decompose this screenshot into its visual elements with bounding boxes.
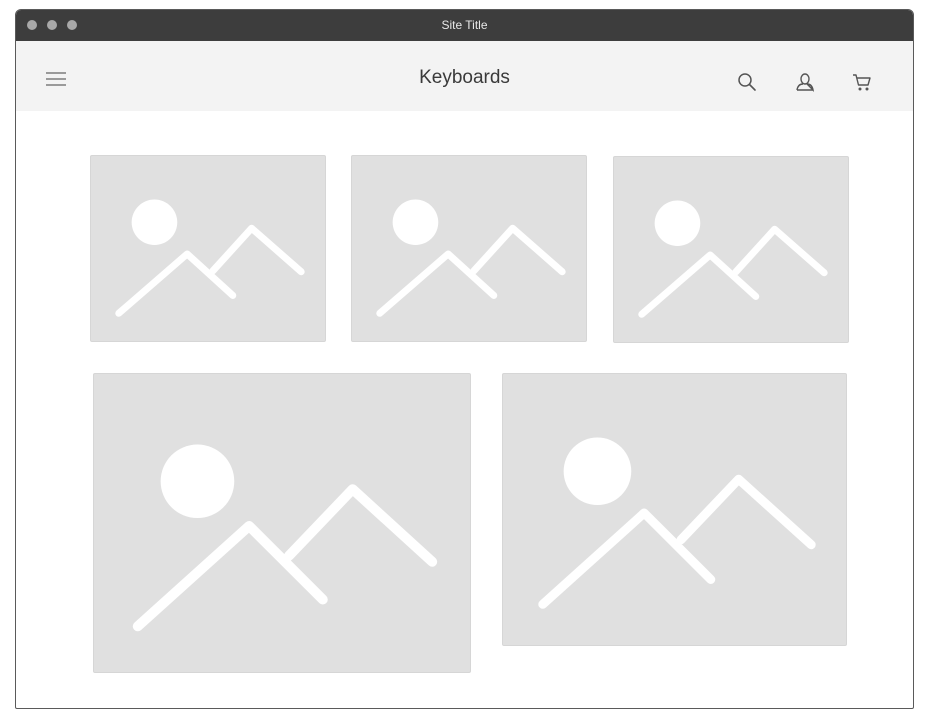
image-placeholder-5[interactable] xyxy=(502,373,847,646)
top-navigation: Keyboards xyxy=(16,41,913,111)
site-title: Site Title xyxy=(441,18,488,32)
user-icon[interactable] xyxy=(795,72,815,93)
image-placeholder-4[interactable] xyxy=(93,373,471,673)
image-placeholder-3[interactable] xyxy=(613,156,849,343)
page-title: Keyboards xyxy=(419,67,510,88)
search-icon[interactable] xyxy=(737,72,757,92)
cart-icon[interactable] xyxy=(852,73,872,92)
browser-window: Site Title Keyboards xyxy=(15,9,914,709)
image-placeholder-1[interactable] xyxy=(90,155,326,342)
title-bar: Site Title xyxy=(16,10,913,41)
image-placeholder-2[interactable] xyxy=(351,155,587,342)
